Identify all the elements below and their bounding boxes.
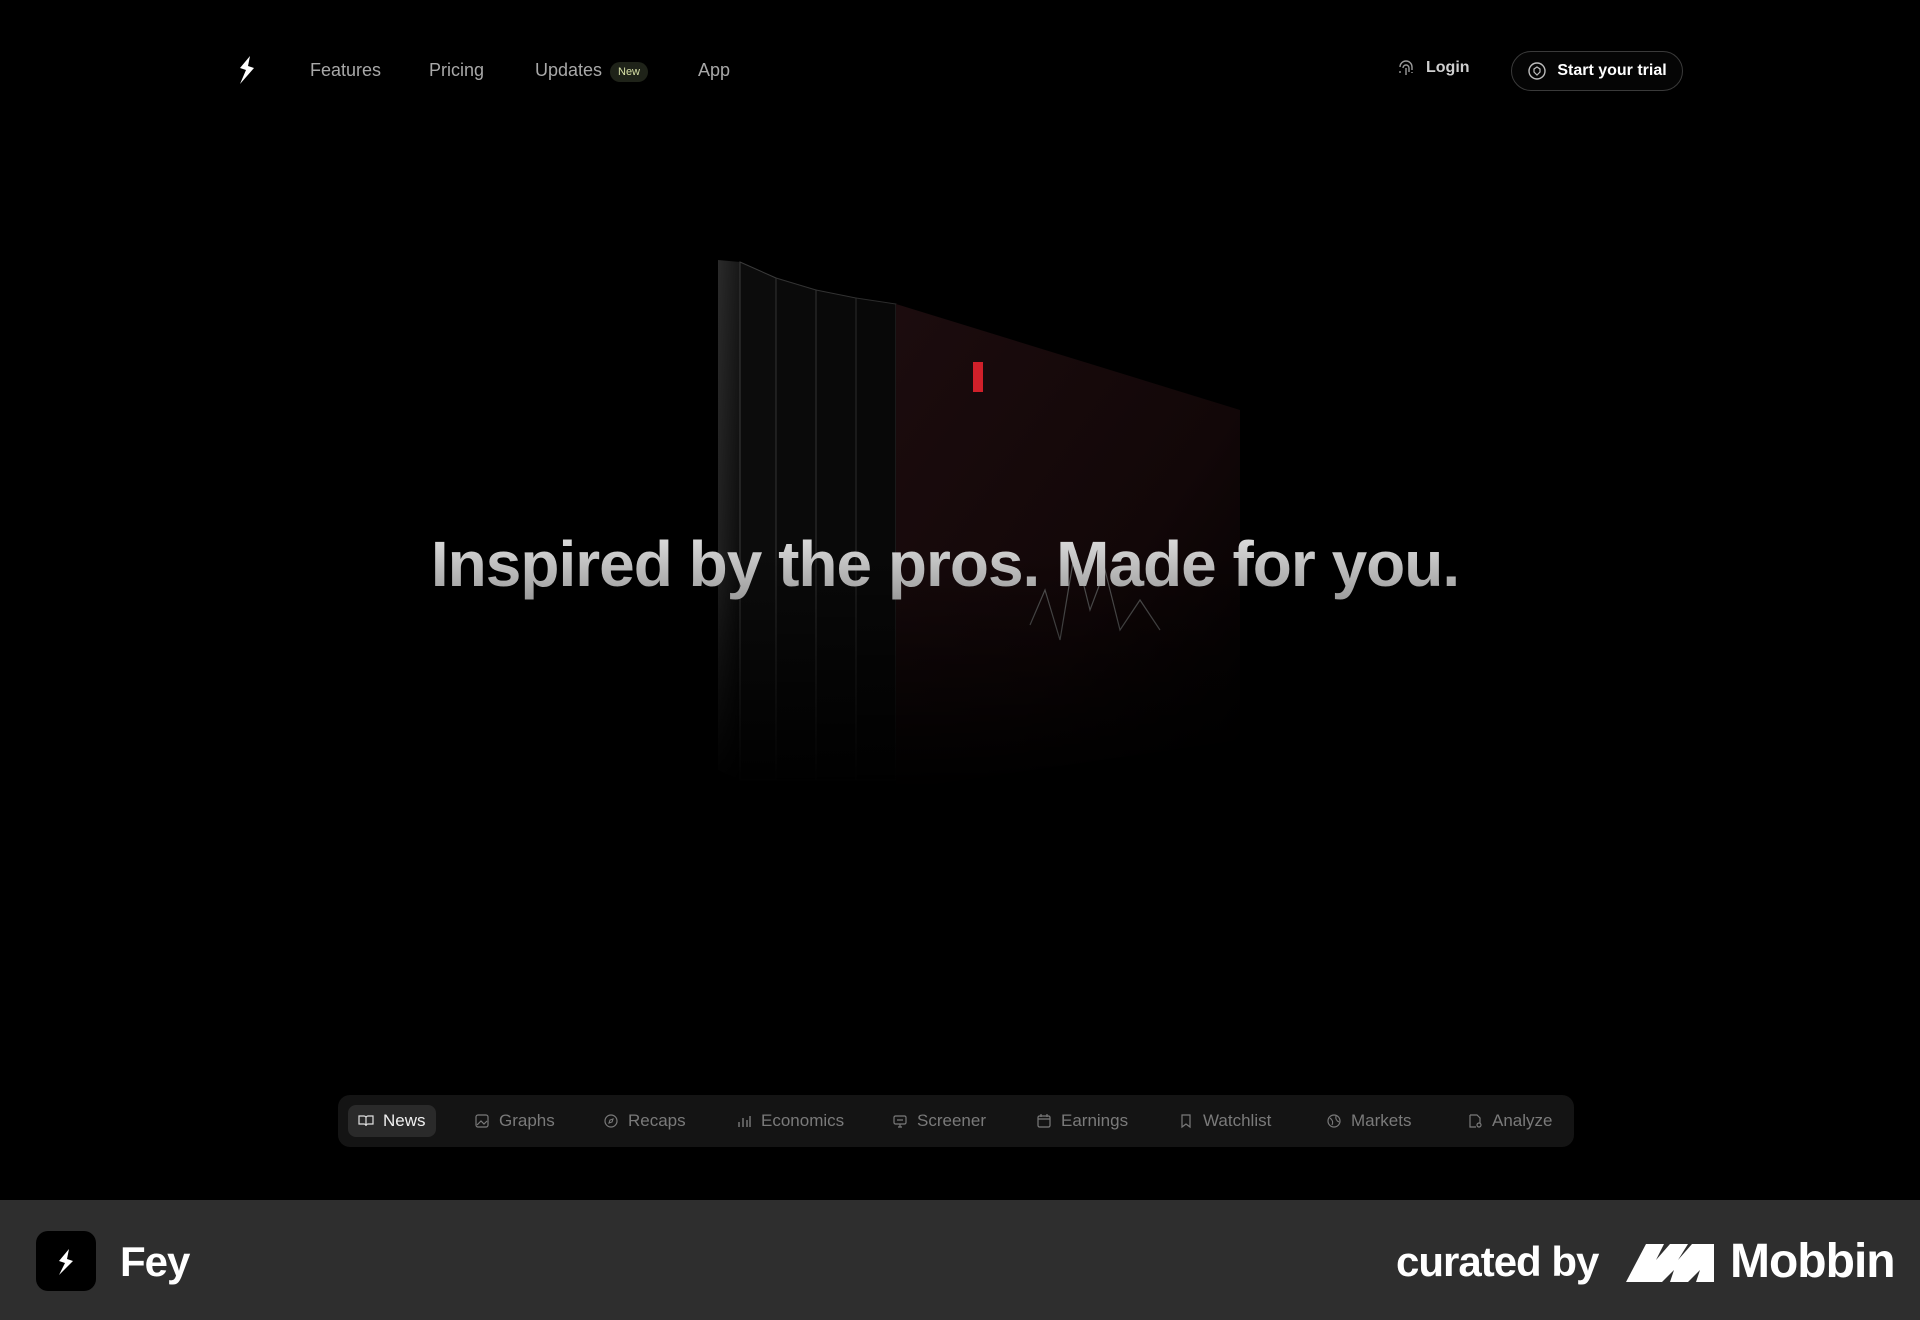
tab-earnings[interactable]: Earnings bbox=[1026, 1105, 1138, 1137]
calendar-icon bbox=[1037, 1114, 1051, 1128]
app-name: Fey bbox=[120, 1238, 190, 1285]
tab-recaps[interactable]: Recaps bbox=[593, 1105, 696, 1137]
tab-label: Recaps bbox=[628, 1111, 686, 1130]
top-navigation: Features Pricing Updates New App Login S… bbox=[0, 0, 1920, 145]
feature-tab-bar: News Graphs Recaps Economics Screener Ea… bbox=[338, 1095, 1574, 1147]
hero-device-illustration bbox=[700, 260, 1260, 790]
hero-title: Inspired by the pros. Made for you. bbox=[0, 527, 1890, 601]
tab-news[interactable]: News bbox=[348, 1105, 436, 1137]
fey-logo-icon bbox=[59, 1249, 73, 1275]
tab-label: Economics bbox=[761, 1111, 845, 1130]
tab-economics[interactable]: Economics bbox=[726, 1105, 854, 1137]
start-trial-label: Start your trial bbox=[1557, 62, 1667, 79]
image-icon bbox=[475, 1114, 489, 1128]
compass-icon bbox=[604, 1114, 618, 1128]
nav-link-app[interactable]: App bbox=[698, 60, 730, 81]
bookmark-icon bbox=[1181, 1114, 1191, 1129]
tab-graphs[interactable]: Graphs bbox=[464, 1105, 565, 1137]
tab-markets[interactable]: Markets bbox=[1316, 1105, 1421, 1137]
document-search-icon bbox=[1469, 1114, 1482, 1128]
tab-label: Screener bbox=[917, 1111, 986, 1130]
curated-by-label: curated by bbox=[1396, 1238, 1599, 1285]
login-label: Login bbox=[1426, 59, 1470, 76]
tab-label: Watchlist bbox=[1203, 1111, 1272, 1130]
fingerprint-icon bbox=[1399, 60, 1413, 75]
bar-chart-icon bbox=[738, 1116, 751, 1127]
book-icon bbox=[358, 1115, 374, 1127]
mobbin-brand-name: Mobbin bbox=[1730, 1235, 1896, 1288]
mobbin-logo-icon bbox=[1626, 1244, 1714, 1282]
fey-logo[interactable] bbox=[236, 54, 258, 88]
shield-icon bbox=[1528, 62, 1547, 80]
globe-icon bbox=[1327, 1114, 1341, 1128]
app-icon bbox=[36, 1231, 96, 1291]
nav-link-updates[interactable]: Updates bbox=[535, 60, 602, 81]
login-link[interactable]: Login bbox=[1396, 58, 1470, 78]
tab-screener[interactable]: Screener bbox=[882, 1105, 996, 1137]
tab-label: News bbox=[383, 1111, 426, 1130]
tab-watchlist[interactable]: Watchlist bbox=[1168, 1105, 1281, 1137]
tab-label: Graphs bbox=[499, 1111, 555, 1130]
nav-link-pricing[interactable]: Pricing bbox=[429, 60, 484, 81]
tab-analyze[interactable]: Analyze bbox=[1457, 1105, 1562, 1137]
new-badge: New bbox=[610, 62, 649, 82]
footer-bar: Fey curated by Mobbin bbox=[0, 1200, 1920, 1320]
nav-link-features[interactable]: Features bbox=[310, 60, 381, 81]
tab-label: Earnings bbox=[1061, 1111, 1129, 1130]
screen-icon bbox=[893, 1115, 907, 1128]
tab-label: Markets bbox=[1351, 1111, 1412, 1130]
start-trial-button[interactable]: Start your trial bbox=[1511, 51, 1683, 91]
tab-label: Analyze bbox=[1492, 1111, 1553, 1130]
